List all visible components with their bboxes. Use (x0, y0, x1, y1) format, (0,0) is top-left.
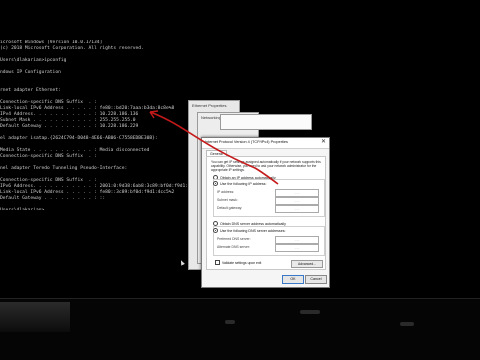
taskbar-item[interactable] (300, 310, 320, 314)
taskbar-item[interactable] (400, 322, 414, 326)
taskbar-item[interactable] (225, 320, 235, 324)
taskbar (0, 299, 480, 360)
taskbar-thumbnail[interactable] (0, 302, 70, 332)
arrow-path (149, 111, 279, 185)
